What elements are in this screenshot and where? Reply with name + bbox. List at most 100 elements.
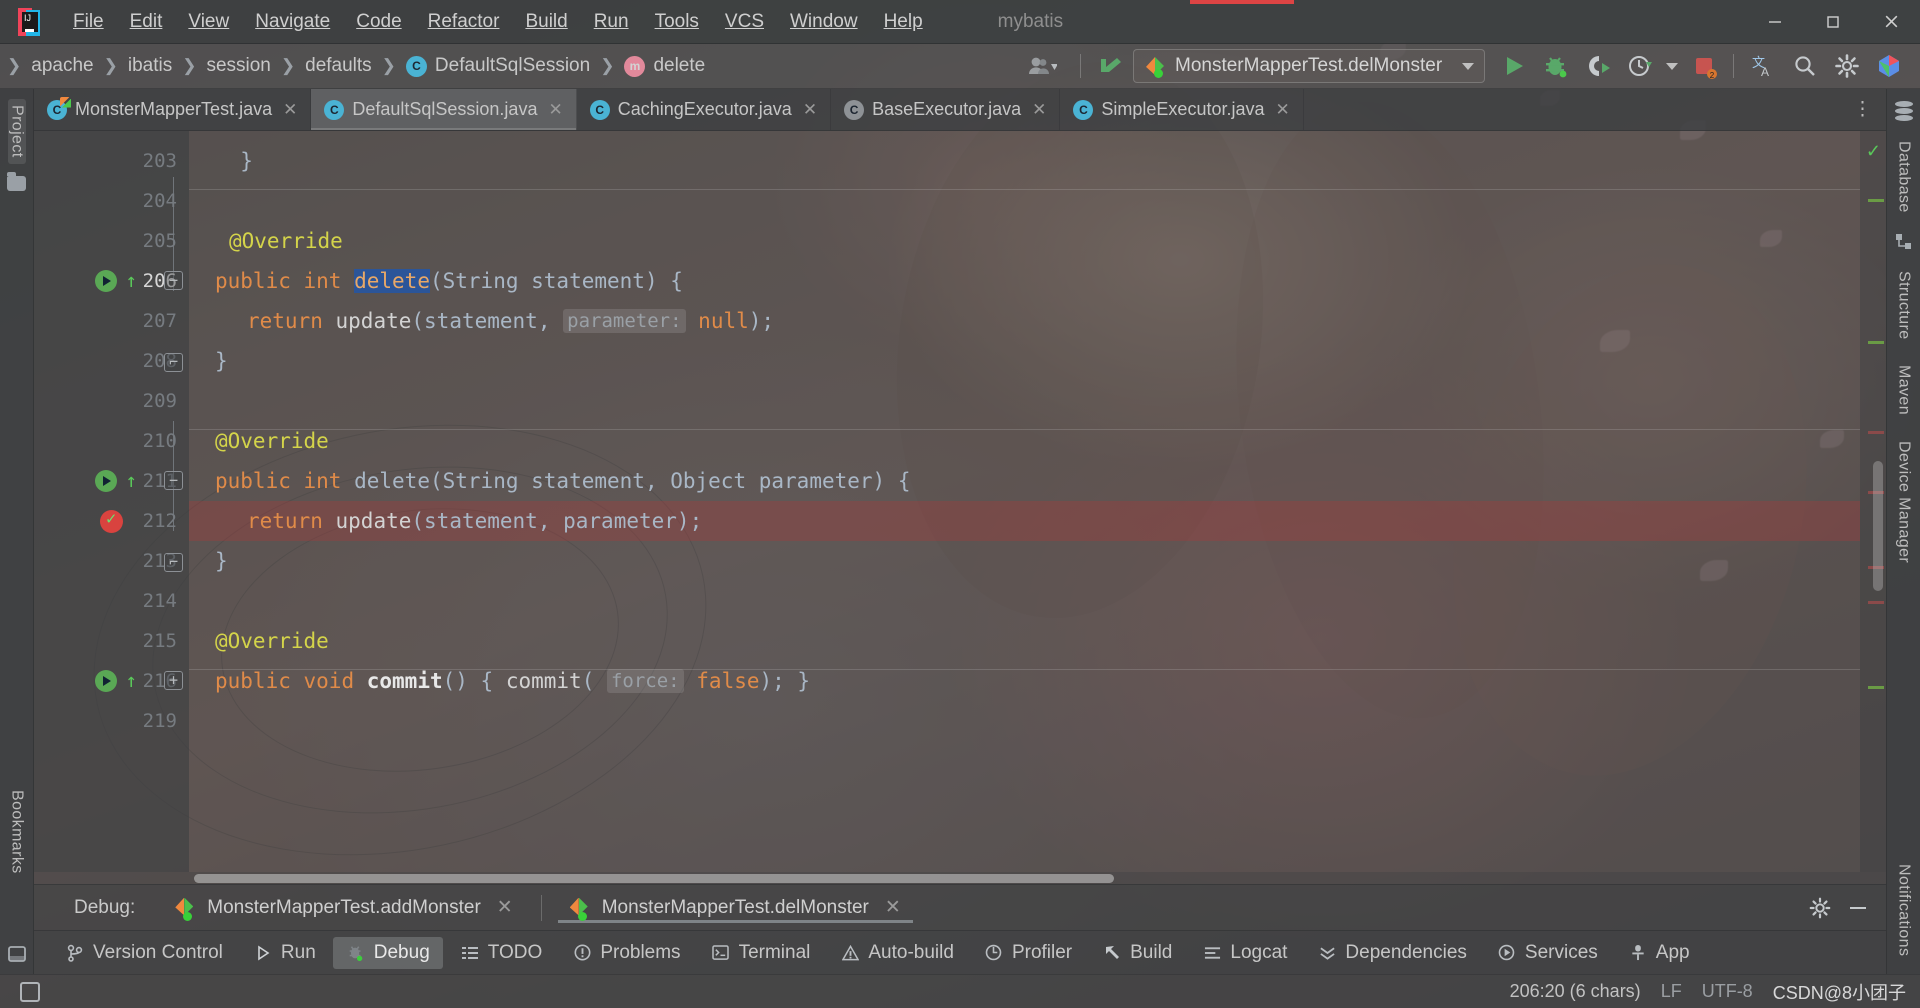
tool-button-debug[interactable]: Debug <box>332 936 443 969</box>
minimize-icon[interactable] <box>1846 896 1870 920</box>
tool-button-terminal[interactable]: Terminal <box>698 937 824 969</box>
tool-button-version-control[interactable]: Version Control <box>52 937 236 969</box>
settings-icon[interactable] <box>1828 49 1866 83</box>
folder-icon[interactable] <box>7 171 26 191</box>
implements-arrow-icon[interactable]: ↑ <box>126 670 137 692</box>
debug-session-tab-addmonster[interactable]: MonsterMapperTest.addMonster ✕ <box>163 892 524 923</box>
profiler-dropdown-icon[interactable] <box>1663 49 1681 83</box>
breadcrumb-item-delete[interactable]: m delete <box>621 53 708 79</box>
tool-button-todo[interactable]: TODO <box>447 937 556 969</box>
menu-item-help[interactable]: Help <box>871 7 936 37</box>
close-tab-icon[interactable]: ✕ <box>1032 100 1046 120</box>
caret-position-label[interactable]: 206:20 (6 chars) <box>1510 981 1641 1002</box>
line-separator-label[interactable]: LF <box>1661 981 1682 1002</box>
menu-item-code[interactable]: Code <box>343 7 414 37</box>
breadcrumb-item-defaultsqlsession[interactable]: C DefaultSqlSession <box>403 53 593 79</box>
close-tab-icon[interactable]: ✕ <box>803 100 817 120</box>
database-icon[interactable] <box>1894 101 1913 121</box>
fold-minus-icon[interactable]: − <box>164 471 183 490</box>
fold-plus-icon[interactable]: + <box>164 671 183 690</box>
update-project-icon[interactable] <box>1091 49 1129 83</box>
close-tab-icon[interactable]: ✕ <box>1276 100 1290 120</box>
close-tab-icon[interactable]: ✕ <box>548 100 562 120</box>
profiler-icon[interactable] <box>1621 49 1659 83</box>
menu-item-run[interactable]: Run <box>581 7 642 37</box>
sidebar-item-structure[interactable]: Structure <box>1895 265 1913 346</box>
fold-minus-icon[interactable]: − <box>164 271 183 290</box>
tool-button-build[interactable]: Build <box>1089 937 1185 969</box>
tool-button-services[interactable]: Services <box>1484 937 1611 969</box>
editor-tab-defaultsqlsession[interactable]: C DefaultSqlSession.java ✕ <box>311 89 577 130</box>
layout-toggle-icon[interactable] <box>20 981 40 1002</box>
menu-item-vcs[interactable]: VCS <box>712 7 777 37</box>
tool-button-auto-build[interactable]: Auto-build <box>827 937 967 969</box>
tool-button-app[interactable]: App <box>1615 937 1703 969</box>
intention-bulb-icon[interactable] <box>213 232 231 250</box>
sidebar-item-project[interactable]: Project <box>7 99 26 164</box>
editor-tab-baseexecutor[interactable]: C BaseExecutor.java ✕ <box>831 89 1061 130</box>
sidebar-item-bookmarks[interactable]: Bookmarks <box>8 784 26 880</box>
tab-overflow-icon[interactable]: ⋮ <box>1841 89 1886 130</box>
breakpoint-icon[interactable] <box>100 509 123 533</box>
inspection-ok-icon[interactable]: ✓ <box>1866 141 1881 162</box>
translate-icon[interactable]: 文 A <box>1744 49 1782 83</box>
code-editor[interactable]: 203 204 205 ↑ 206 − 207 208 ⌐ 209 210 ↑ … <box>34 131 1886 872</box>
menu-item-refactor[interactable]: Refactor <box>415 7 513 37</box>
tool-button-logcat[interactable]: Logcat <box>1189 937 1300 969</box>
breadcrumb-item-ibatis[interactable]: ibatis <box>125 53 175 79</box>
sidebar-item-notifications[interactable]: Notifications <box>1895 858 1913 962</box>
menu-item-window[interactable]: Window <box>777 7 871 37</box>
run-configuration-selector[interactable]: MonsterMapperTest.delMonster <box>1133 49 1485 83</box>
menu-item-view[interactable]: View <box>175 7 242 37</box>
structure-icon[interactable] <box>1895 233 1913 251</box>
editor-tab-simpleexecutor[interactable]: C SimpleExecutor.java ✕ <box>1060 89 1304 130</box>
open-terminal-icon[interactable] <box>7 944 27 964</box>
tool-button-run[interactable]: Run <box>240 937 329 969</box>
editor-scrollbar-thumb[interactable] <box>1873 461 1883 591</box>
editor-marker-bar[interactable]: ✓ <box>1860 131 1886 872</box>
debug-session-tab-delmonster[interactable]: MonsterMapperTest.delMonster ✕ <box>558 892 913 923</box>
menu-item-edit[interactable]: Edit <box>117 7 176 37</box>
editor-tab-cachingexecutor[interactable]: C CachingExecutor.java ✕ <box>577 89 832 130</box>
run-method-icon[interactable] <box>95 670 117 692</box>
sidebar-item-database[interactable]: Database <box>1895 135 1913 219</box>
menu-item-build[interactable]: Build <box>512 7 580 37</box>
tool-button-problems[interactable]: Problems <box>559 937 693 969</box>
run-icon[interactable] <box>1495 49 1533 83</box>
sidebar-item-device-manager[interactable]: Device Manager <box>1895 435 1913 569</box>
minimize-button[interactable] <box>1746 0 1804 44</box>
maximize-button[interactable] <box>1804 0 1862 44</box>
stop-icon[interactable]: 2 <box>1685 49 1723 83</box>
run-method-icon[interactable] <box>95 470 117 492</box>
close-button[interactable] <box>1862 0 1920 44</box>
editor-tab-monstermappertest[interactable]: C MonsterMapperTest.java ✕ <box>34 89 312 130</box>
implements-arrow-icon[interactable]: ↑ <box>126 470 137 492</box>
search-everywhere-icon[interactable] <box>1786 49 1824 83</box>
implements-arrow-icon[interactable]: ↑ <box>126 270 137 292</box>
menu-item-tools[interactable]: Tools <box>642 7 712 37</box>
close-tab-icon[interactable]: ✕ <box>283 100 297 120</box>
sidebar-item-maven[interactable]: Maven <box>1895 359 1913 421</box>
breadcrumb-item-defaults[interactable]: defaults <box>302 53 375 79</box>
editor-horizontal-scrollbar-thumb[interactable] <box>194 874 1114 883</box>
close-session-icon[interactable]: ✕ <box>885 896 901 919</box>
avatar-icon[interactable] <box>1014 49 1070 83</box>
run-with-coverage-icon[interactable] <box>1579 49 1617 83</box>
encoding-label[interactable]: UTF-8 <box>1702 981 1753 1002</box>
editor-gutter[interactable]: 203 204 205 ↑ 206 − 207 208 ⌐ 209 210 ↑ … <box>34 131 189 872</box>
editor-horizontal-scrollbar[interactable] <box>34 872 1886 884</box>
tool-button-profiler[interactable]: Profiler <box>971 937 1085 969</box>
menu-item-navigate[interactable]: Navigate <box>242 7 343 37</box>
breadcrumb-item-session[interactable]: session <box>203 53 273 79</box>
code-text-area[interactable]: } @Override public int delete(String sta… <box>189 131 1860 872</box>
debug-icon[interactable] <box>1537 49 1575 83</box>
close-session-icon[interactable]: ✕ <box>497 896 513 919</box>
run-method-icon[interactable] <box>95 270 117 292</box>
menu-item-file[interactable]: File <box>60 7 117 37</box>
gear-icon[interactable] <box>1808 896 1832 920</box>
account-icon[interactable] <box>1870 49 1908 83</box>
tool-button-dependencies[interactable]: Dependencies <box>1304 937 1479 969</box>
fold-end-icon[interactable]: ⌐ <box>164 353 183 372</box>
fold-end-icon[interactable]: ⌐ <box>164 553 183 572</box>
breadcrumb-item-apache[interactable]: apache <box>28 53 96 79</box>
